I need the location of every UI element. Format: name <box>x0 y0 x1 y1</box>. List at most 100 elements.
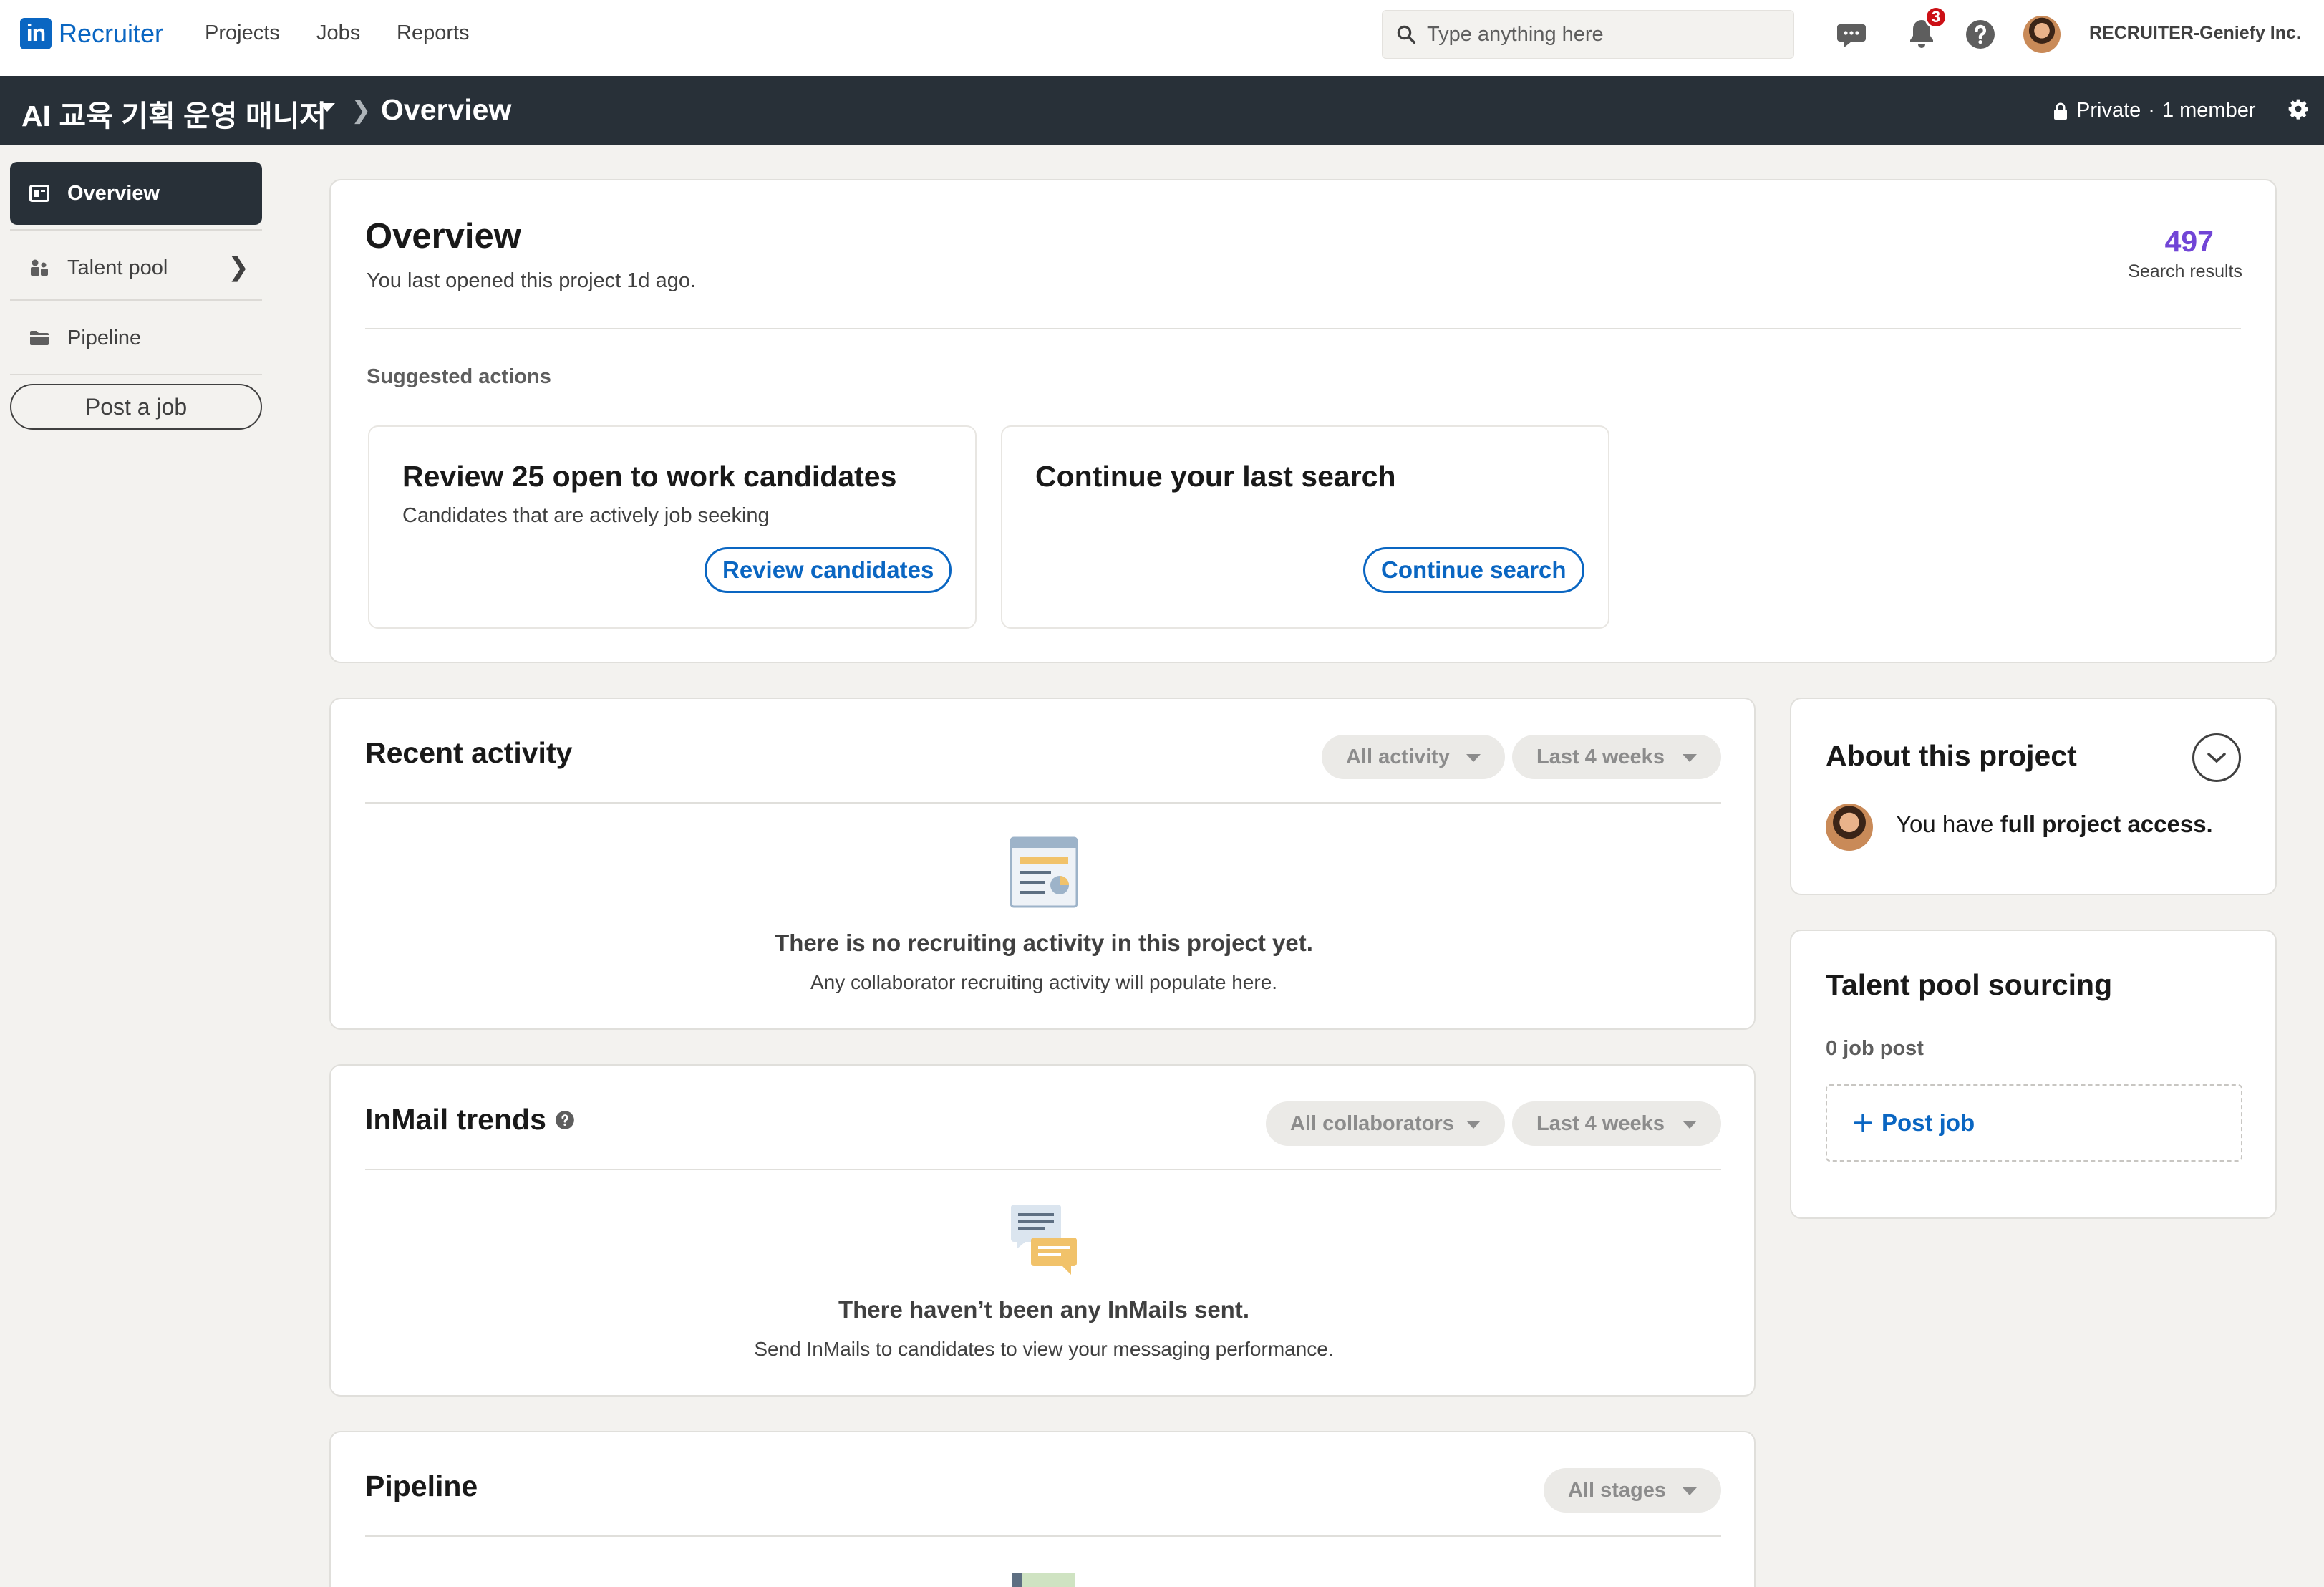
recent-activity-card: Recent activity All activity Last 4 week… <box>329 698 1756 1030</box>
recent-activity-date-range-dropdown[interactable]: Last 4 weeks <box>1512 735 1721 779</box>
help-icon[interactable] <box>1963 17 1998 52</box>
recruiter-logo[interactable]: in Recruiter <box>20 17 163 50</box>
sidebar-item-talent-pool[interactable]: Talent pool <box>10 236 262 299</box>
caret-down-icon <box>1466 754 1481 762</box>
dropdown-label: All collaborators <box>1290 1111 1454 1135</box>
sidebar-item-overview[interactable]: Overview <box>10 162 262 225</box>
messaging-icon[interactable] <box>1834 17 1869 52</box>
people-icon <box>29 257 50 279</box>
linkedin-logo-icon: in <box>20 18 52 49</box>
expand-collapse-button[interactable] <box>2192 733 2241 782</box>
breadcrumb-current-page: Overview <box>381 93 512 126</box>
company-account-name[interactable]: RECRUITER-Geniefy Inc. <box>2089 23 2301 44</box>
all-stages-dropdown[interactable]: All stages <box>1544 1468 1721 1513</box>
separator-dot: · <box>2148 99 2155 122</box>
talent-pool-sourcing-title: Talent pool sourcing <box>1826 968 2113 1001</box>
notification-count-badge: 3 <box>1924 6 1947 29</box>
inmail-trends-heading: InMail trends <box>365 1103 575 1137</box>
folder-icon <box>29 327 50 349</box>
sidebar-item-label: Pipeline <box>67 326 142 349</box>
action-subtitle: Candidates that are actively job seeking <box>402 504 770 527</box>
inmail-trends-title: InMail trends <box>365 1103 546 1136</box>
access-level: full project access. <box>2000 811 2213 837</box>
info-help-icon[interactable] <box>555 1110 575 1130</box>
talent-pool-sourcing-card: Talent pool sourcing 0 job post Post job <box>1790 930 2277 1219</box>
empty-state-title: There haven’t been any InMails sent. <box>838 1296 1249 1323</box>
project-settings-gear-icon[interactable] <box>2287 97 2310 120</box>
nav-projects-link[interactable]: Projects <box>205 21 280 45</box>
all-collaborators-dropdown[interactable]: All collaborators <box>1266 1101 1505 1146</box>
message-bubbles-illustration-icon <box>1011 1205 1077 1275</box>
member-count[interactable]: 1 member <box>2162 99 2256 122</box>
inmail-trends-card: InMail trends All collaborators Last 4 w… <box>329 1064 1756 1397</box>
divider <box>365 1535 1721 1537</box>
search-icon <box>1397 25 1415 44</box>
search-results-count: 497 <box>2164 225 2214 258</box>
plus-icon <box>1854 1114 1872 1132</box>
chevron-right-icon[interactable]: ❯ <box>228 252 249 282</box>
user-avatar[interactable] <box>2023 16 2061 53</box>
suggested-action-card: Continue your last search Continue searc… <box>1001 425 1609 629</box>
dropdown-label: Last 4 weeks <box>1536 745 1665 768</box>
search-input[interactable] <box>1427 22 1771 47</box>
project-switcher-caret-icon[interactable] <box>319 103 335 112</box>
all-activity-dropdown[interactable]: All activity <box>1322 735 1505 779</box>
caret-down-icon <box>1683 754 1697 762</box>
pipeline-card: Pipeline All stages <box>329 1431 1756 1587</box>
action-title: Review 25 open to work candidates <box>402 460 897 493</box>
continue-search-button[interactable]: Continue search <box>1363 547 1584 593</box>
divider <box>365 802 1721 804</box>
job-post-count: 0 job post <box>1826 1037 1924 1060</box>
project-header-bar: AI 교육 기획 운영 매니저 ❯ Overview Private · 1 m… <box>0 76 2324 145</box>
project-privacy-info: Private · 1 member <box>2052 99 2255 122</box>
sidebar-divider <box>10 299 262 301</box>
empty-state-subtitle: Send InMails to candidates to view your … <box>754 1338 1334 1360</box>
recent-activity-title: Recent activity <box>365 736 573 769</box>
user-avatar <box>1826 804 1873 851</box>
sidebar-divider <box>10 374 262 375</box>
access-prefix: You have <box>1896 811 2000 837</box>
pipeline-title: Pipeline <box>365 1470 478 1502</box>
breadcrumb-chevron-icon: ❯ <box>351 97 372 124</box>
privacy-label: Private <box>2076 99 2141 122</box>
project-name[interactable]: AI 교육 기획 운영 매니저 <box>21 92 326 135</box>
caret-down-icon <box>1466 1121 1481 1129</box>
empty-state-title: There is no recruiting activity in this … <box>775 930 1313 956</box>
empty-state-subtitle: Any collaborator recruiting activity wil… <box>810 971 1278 993</box>
post-a-job-button[interactable]: Post a job <box>10 384 262 430</box>
action-title: Continue your last search <box>1035 460 1396 493</box>
access-level-text: You have full project access. <box>1896 811 2213 838</box>
suggested-action-card: Review 25 open to work candidates Candid… <box>368 425 977 629</box>
caret-down-icon <box>1683 1121 1697 1129</box>
chevron-down-icon <box>2207 753 2226 763</box>
top-navigation: in Recruiter Projects Jobs Reports 3 REC… <box>0 0 2324 76</box>
nav-jobs-link[interactable]: Jobs <box>316 21 360 45</box>
suggested-actions-label: Suggested actions <box>367 365 551 388</box>
post-job-button[interactable]: Post job <box>1826 1084 2242 1162</box>
divider <box>365 328 2241 329</box>
about-project-card: About this project You have full project… <box>1790 698 2277 895</box>
sidebar-item-label: Overview <box>67 181 160 205</box>
post-job-label: Post job <box>1882 1109 1975 1136</box>
dropdown-label: All activity <box>1346 745 1451 768</box>
pipeline-illustration-icon <box>1012 1573 1075 1587</box>
search-results-label: Search results <box>2128 261 2242 281</box>
overview-icon <box>29 183 50 204</box>
dropdown-label: All stages <box>1568 1478 1666 1502</box>
overview-card: Overview You last opened this project 1d… <box>329 179 2277 663</box>
sidebar-item-label: Talent pool <box>67 256 168 279</box>
review-candidates-button[interactable]: Review candidates <box>705 547 952 593</box>
lock-icon <box>2054 102 2067 120</box>
dropdown-label: Last 4 weeks <box>1536 1111 1665 1135</box>
product-name: Recruiter <box>59 19 164 48</box>
sidebar-divider <box>10 229 262 231</box>
global-search[interactable] <box>1382 10 1794 59</box>
inmail-date-range-dropdown[interactable]: Last 4 weeks <box>1512 1101 1721 1146</box>
last-opened-text: You last opened this project 1d ago. <box>367 269 697 292</box>
overview-title: Overview <box>365 217 521 256</box>
sidebar-item-pipeline[interactable]: Pipeline <box>10 307 262 370</box>
nav-reports-link[interactable]: Reports <box>397 21 470 45</box>
search-results-stat[interactable]: 497 Search results <box>2128 225 2242 282</box>
about-project-title: About this project <box>1826 739 2077 772</box>
caret-down-icon <box>1683 1487 1697 1495</box>
